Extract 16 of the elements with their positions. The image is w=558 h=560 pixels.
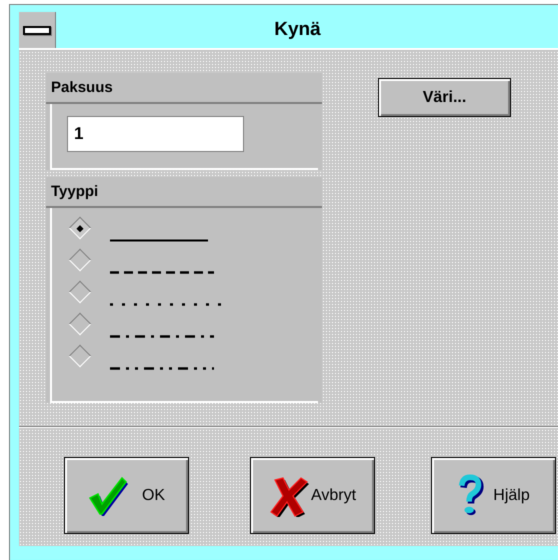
question-mark-icon: [457, 474, 486, 518]
radio-button[interactable]: [68, 344, 92, 368]
radio-button[interactable]: [68, 312, 92, 336]
color-button[interactable]: Väri...: [378, 78, 511, 117]
window-title: Kynä: [273, 19, 322, 41]
ok-button[interactable]: OK: [64, 457, 189, 534]
system-menu-button[interactable]: [19, 12, 56, 48]
check-icon: [88, 476, 128, 516]
help-button[interactable]: Hjälp: [431, 457, 556, 534]
cancel-button[interactable]: Avbryt: [250, 457, 375, 534]
radio-button[interactable]: [68, 248, 92, 272]
radio-button[interactable]: [68, 280, 92, 304]
group-label: Tyyppi: [46, 177, 322, 208]
thickness-field[interactable]: 1: [67, 116, 244, 152]
group-label: Paksuus: [46, 73, 322, 104]
cross-icon: [268, 474, 309, 516]
